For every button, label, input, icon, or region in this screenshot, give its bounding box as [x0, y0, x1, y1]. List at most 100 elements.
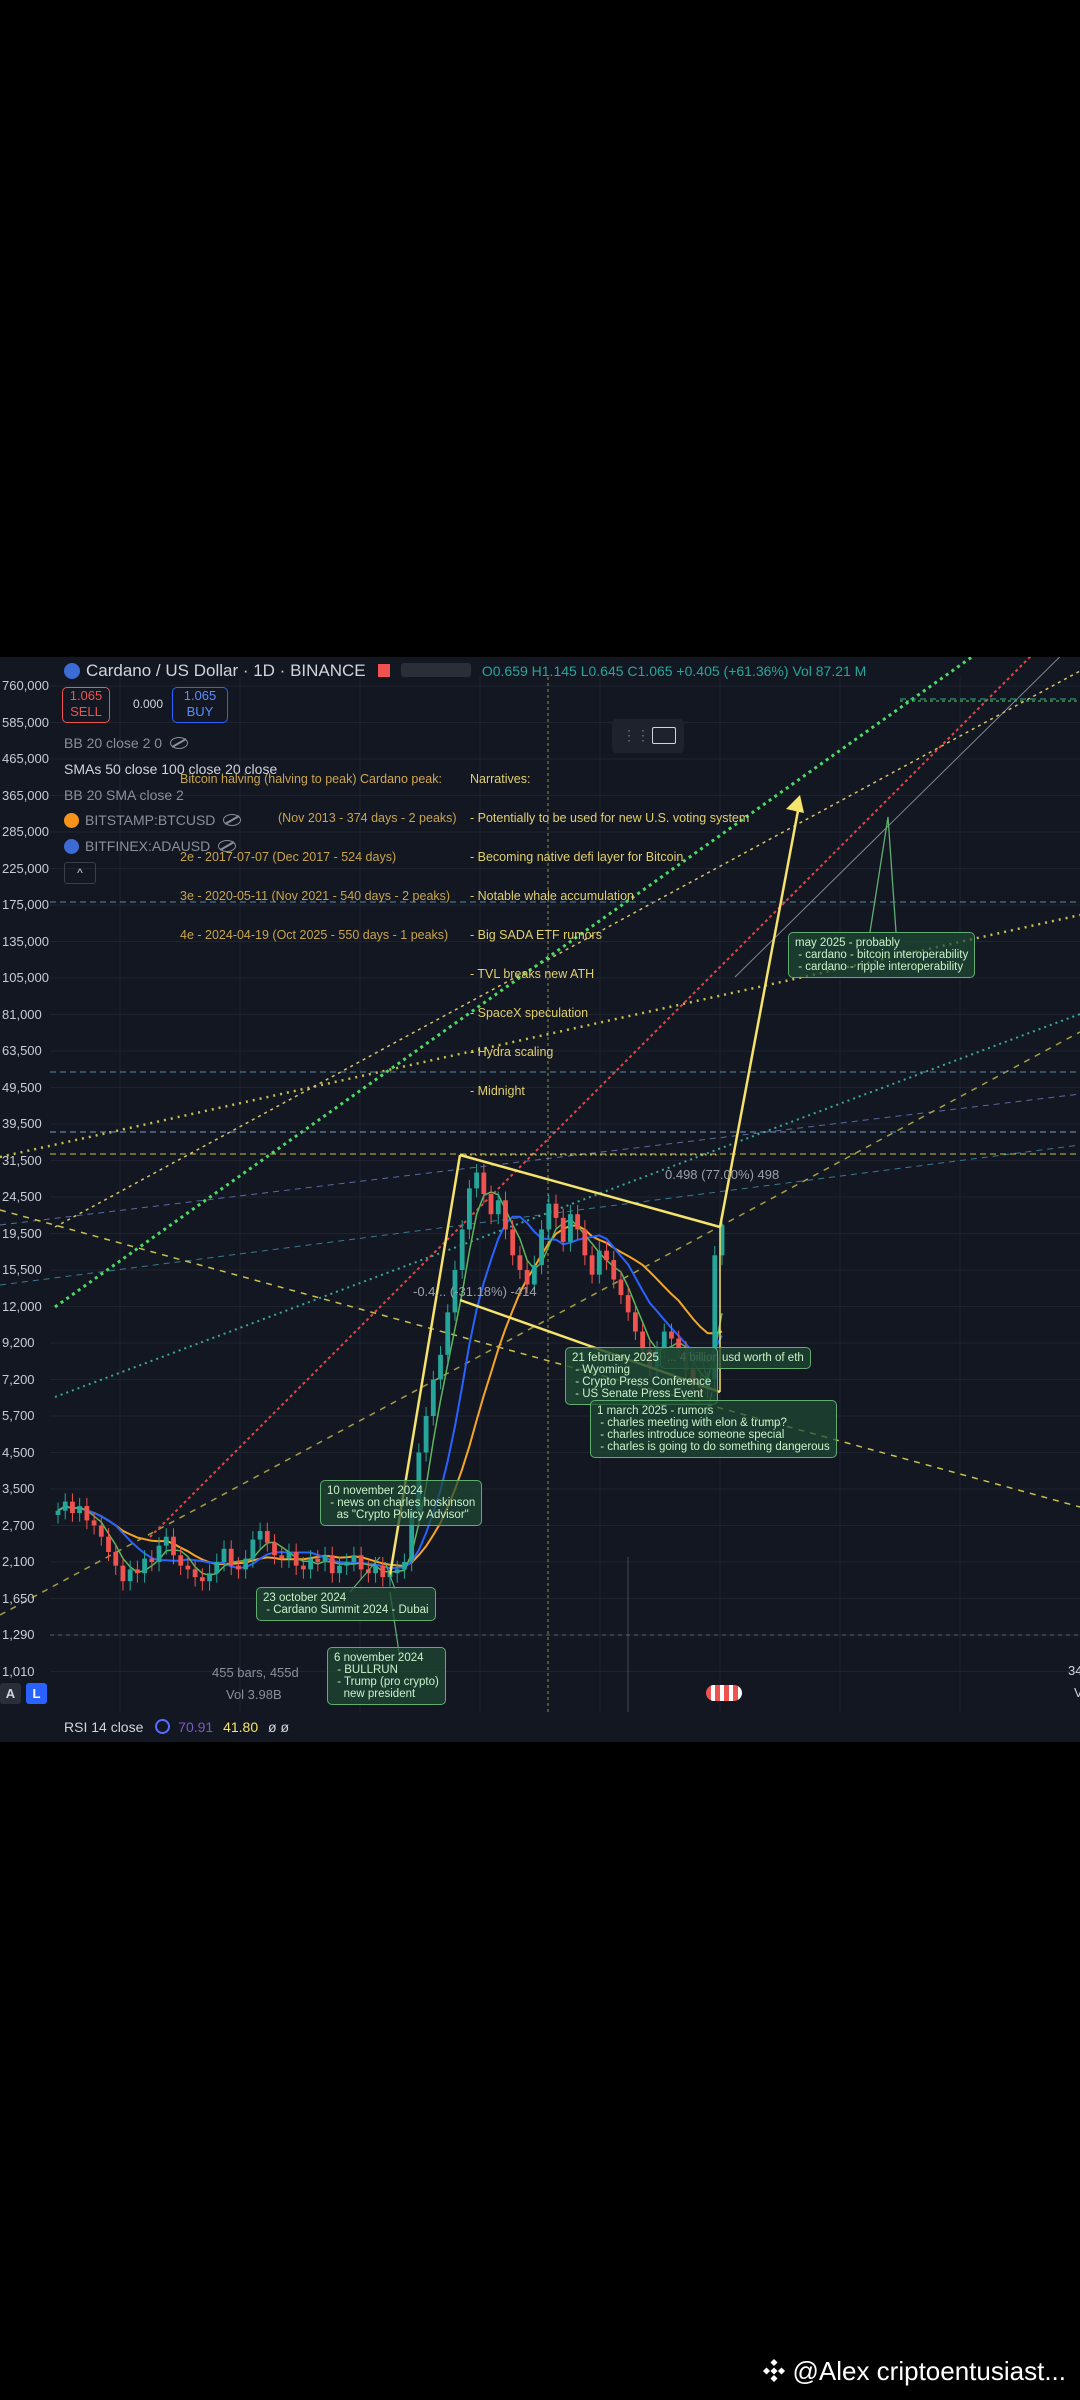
ohlc-readout: O0.659 H1.145 L0.645 C1.065 +0.405 (+61.…	[481, 663, 867, 679]
candle	[373, 1565, 378, 1574]
log-scale-button[interactable]: L	[26, 1683, 47, 1704]
y-tick-label: 4,500	[2, 1444, 35, 1460]
halving-first-row: (Nov 2013 - 374 days - 2 peaks)	[278, 811, 457, 825]
candle	[481, 1172, 487, 1195]
candle	[228, 1548, 234, 1566]
buy-button[interactable]: 1.065 BUY	[172, 687, 228, 723]
flag-icon	[378, 664, 391, 677]
buy-price: 1.065	[183, 688, 217, 703]
indicator-bb1[interactable]: BB 20 close 2 0	[64, 735, 189, 751]
y-tick-label: 9,200	[2, 1335, 35, 1350]
y-tick-label: 175,000	[2, 897, 49, 912]
candle	[77, 1506, 83, 1514]
candle	[221, 1548, 227, 1562]
candle	[185, 1565, 191, 1570]
symbol-title[interactable]: Cardano / US Dollar · 1D · BINANCE	[86, 661, 366, 680]
candle	[329, 1555, 335, 1574]
candle	[669, 1331, 674, 1339]
y-tick-label: 1,650	[2, 1590, 35, 1606]
candle	[632, 1312, 638, 1332]
indicator-bb2[interactable]: BB 20 SMA close 2	[64, 787, 184, 803]
callout-mar-1-2025: 1 march 2025 - rumors - charles meeting …	[590, 1400, 837, 1458]
y-tick-label: 285,000	[2, 824, 49, 839]
y-tick-label: 105,000	[2, 970, 49, 985]
candle	[315, 1558, 321, 1562]
auto-scale-button[interactable]: A	[0, 1683, 21, 1704]
rsi-indicator[interactable]: RSI 14 close 70.91 41.80 ø ø	[64, 1719, 289, 1735]
toolbar-icons[interactable]	[401, 663, 472, 677]
y-tick-label: 81,000	[2, 1006, 42, 1022]
candle	[163, 1536, 169, 1546]
rsi-circle-icon	[155, 1719, 171, 1734]
candle	[308, 1558, 314, 1570]
y-tick-label: 2,100	[2, 1554, 35, 1569]
callout-nov-10-2024: 10 november 2024 - news on charles hoski…	[320, 1480, 483, 1526]
bitcoin-icon	[64, 813, 79, 828]
indicator-bb1-label: BB 20 close 2 0	[64, 735, 163, 751]
sell-label: SELL	[70, 704, 102, 719]
candle	[279, 1555, 285, 1559]
right-partial-label: 34	[1068, 1663, 1080, 1678]
y-tick-label: 63,500	[2, 1043, 42, 1058]
halving-box: Bitcoin halving (halving to peak) Cardan…	[180, 747, 457, 968]
rsi-label: RSI 14 close	[64, 1719, 144, 1735]
candle	[510, 1229, 516, 1256]
candle	[84, 1506, 90, 1521]
y-tick-label: 19,500	[2, 1225, 42, 1241]
narrative-item: - TVL breaks new ATH	[470, 967, 595, 981]
candle	[589, 1255, 595, 1275]
sell-button[interactable]: 1.065 SELL	[62, 687, 110, 723]
fib-lower-label: -0.4... (-31.18%) -414	[413, 1284, 537, 1299]
bars-info: 455 bars, 455d	[212, 1665, 299, 1680]
callout-nov-6-2024: 6 november 2024 - BULLRUN - Trump (pro c…	[327, 1647, 446, 1705]
y-tick-label: 365,000	[2, 787, 49, 803]
narrative-item: - Hydra scaling	[470, 1045, 554, 1059]
candle	[214, 1562, 220, 1574]
cardano-icon	[64, 839, 79, 854]
candle	[243, 1558, 249, 1570]
candle	[272, 1542, 277, 1556]
y-tick-label: 1,010	[2, 1663, 35, 1679]
halving-row: 2e - 2017-07-07 (Dec 2017 - 524 days)	[180, 850, 397, 864]
candle	[106, 1536, 111, 1552]
candle	[618, 1279, 624, 1296]
y-tick-label: 465,000	[2, 751, 49, 766]
candle	[402, 1562, 407, 1570]
rsi-value-2: 41.80	[223, 1719, 259, 1735]
candle	[149, 1558, 155, 1562]
candle	[430, 1379, 436, 1416]
candle	[91, 1520, 97, 1526]
collapse-legend-button[interactable]: ^	[64, 862, 96, 884]
candle	[127, 1569, 133, 1582]
candle	[560, 1217, 566, 1242]
y-tick-label: 7,200	[2, 1371, 35, 1387]
comment-icon[interactable]	[652, 727, 676, 744]
chart-panel[interactable]: Cardano / US Dollar · 1D · BINANCE O0.65…	[0, 657, 1080, 1742]
candle	[539, 1229, 544, 1265]
y-tick-label: 15,500	[2, 1262, 42, 1277]
candle	[423, 1416, 429, 1453]
candle	[553, 1203, 559, 1218]
y-tick-label: 135,000	[2, 933, 49, 949]
halving-row: 3e - 2020-05-11 (Nov 2021 - 540 days - 2…	[180, 889, 451, 903]
candle	[625, 1295, 631, 1313]
sell-price: 1.065	[69, 688, 103, 703]
buy-label: BUY	[186, 704, 214, 719]
candle	[178, 1555, 184, 1566]
halving-row: 4e - 2024-04-19 (Oct 2025 - 550 days - 1…	[180, 928, 449, 942]
y-tick-label: 3,500	[2, 1481, 35, 1496]
candle	[300, 1565, 306, 1570]
chart-header: Cardano / US Dollar · 1D · BINANCE O0.65…	[64, 661, 866, 681]
drag-handle-icon[interactable]: ⋮⋮	[622, 727, 650, 744]
candle	[438, 1354, 443, 1380]
y-tick-label: 49,500	[2, 1079, 42, 1095]
candle	[293, 1551, 299, 1566]
y-tick-label: 225,000	[2, 860, 49, 876]
candle	[236, 1565, 241, 1570]
narrative-item: - SpaceX speculation	[470, 1006, 589, 1020]
narrative-item: - Midnight	[470, 1084, 525, 1098]
binance-icon	[763, 2359, 786, 2383]
right-partial-label: V	[1074, 1685, 1080, 1700]
candle	[531, 1264, 537, 1285]
volume-info: Vol 3.98B	[226, 1687, 282, 1702]
